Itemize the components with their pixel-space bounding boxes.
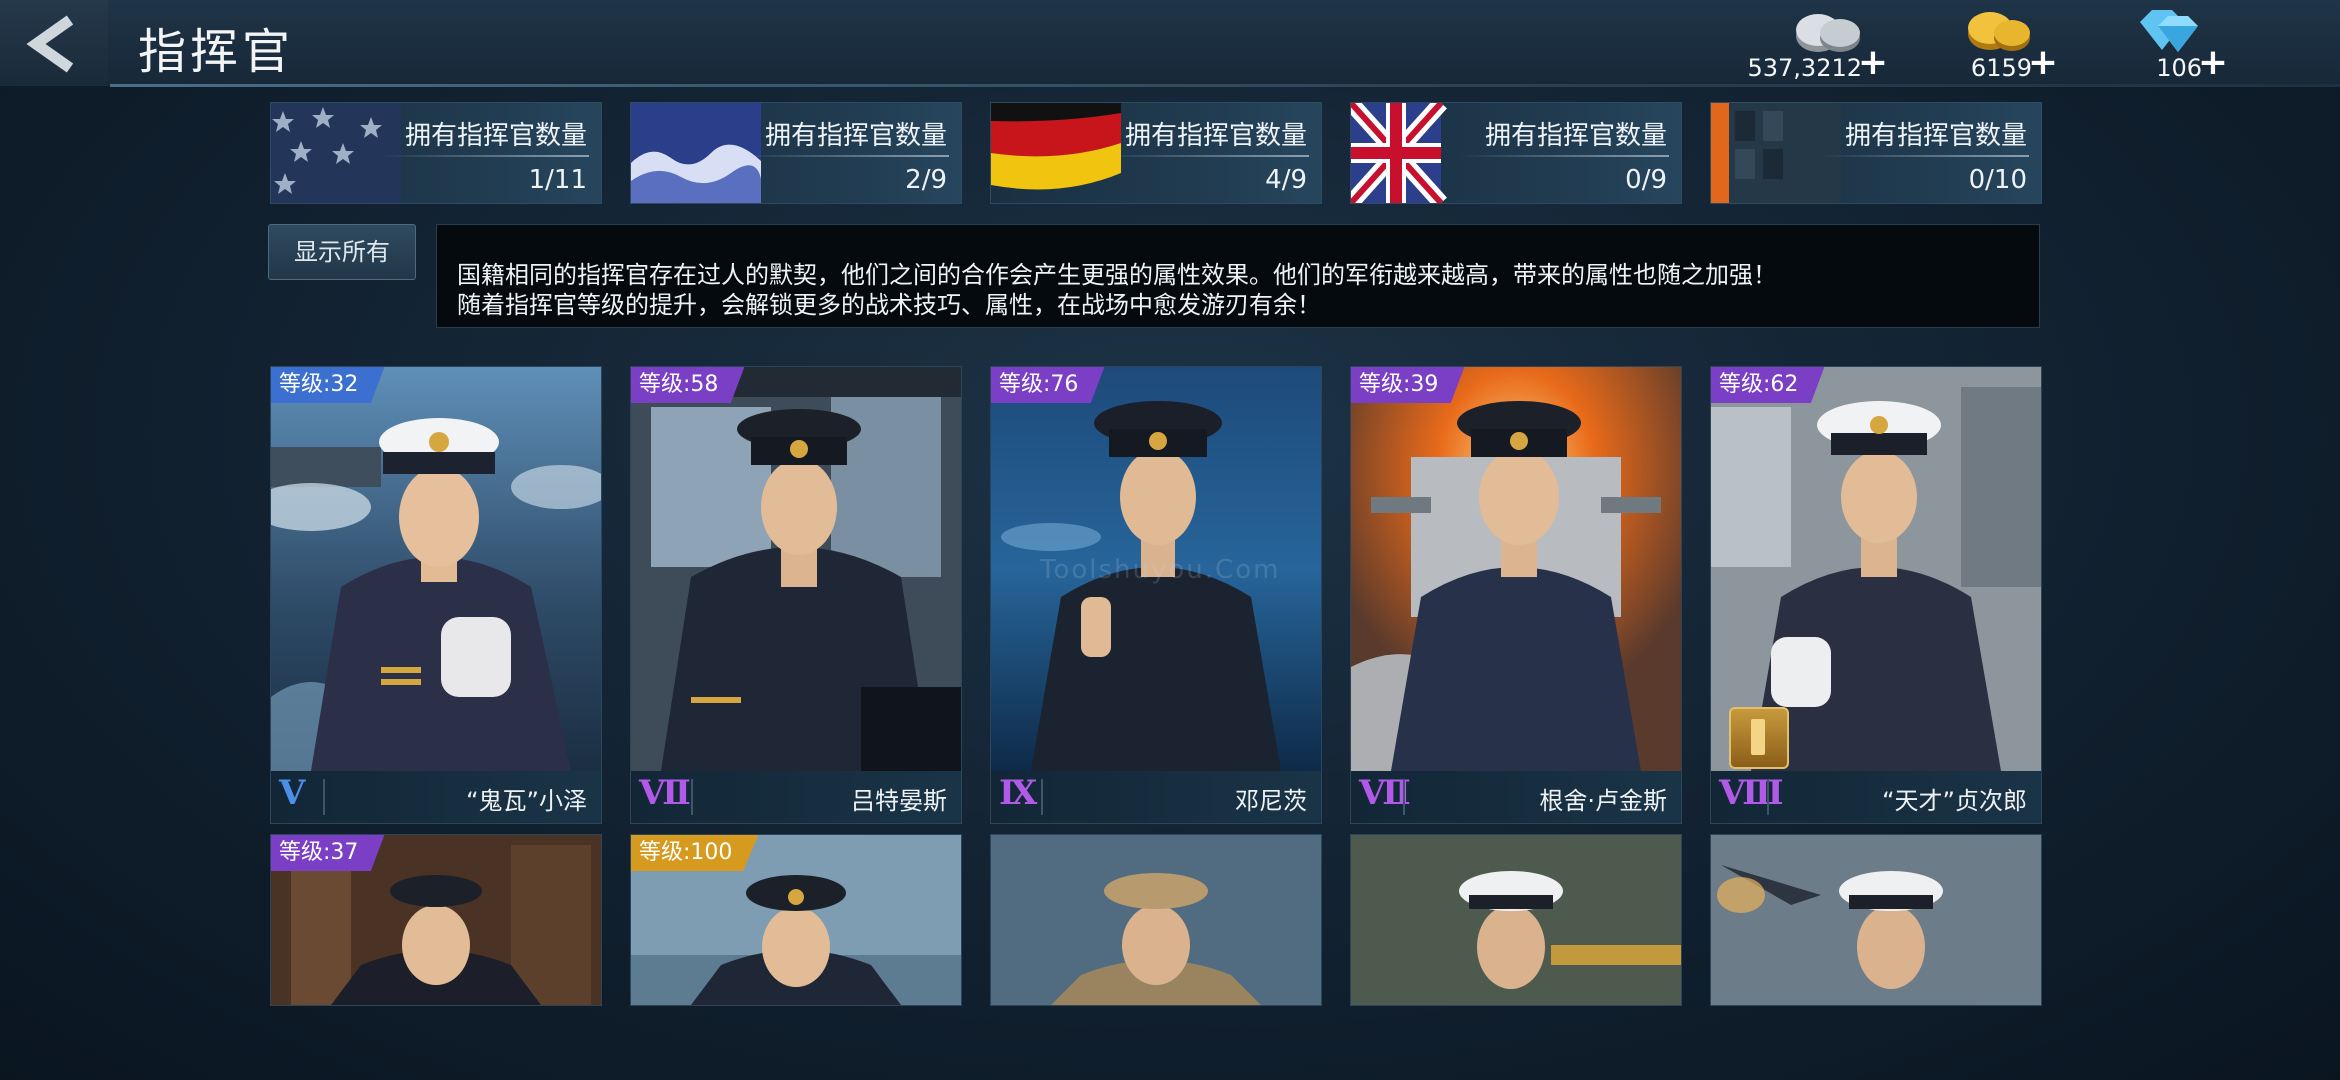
top-bar-divider [110,84,2340,87]
divider [739,155,949,157]
divider [1767,779,1769,815]
watermark-text: Toolshuyou.Com [1040,555,1281,585]
silver-resource: 537,3212 + [1747,4,1890,84]
nation-count: 1/11 [528,165,587,195]
divider [1459,155,1669,157]
medal-icon [1729,707,1789,769]
rank-numeral: Ⅷ [1719,773,1784,813]
commander-card[interactable]: 等级:58 Ⅶ 吕特晏斯 [630,366,962,824]
nation-count: 2/9 [905,165,947,195]
nation-label: 拥有指挥官数量 [1484,121,1667,151]
commander-card[interactable]: 等级:62 Ⅷ “天才”贞次郎 [1710,366,2042,824]
divider [1403,779,1405,815]
info-line-2: 随着指挥官等级的提升，会解锁更多的战术技巧、属性，在战场中愈发游刃有余！ [457,291,1321,319]
commander-card[interactable] [1710,834,2042,1006]
nation-usa[interactable]: 拥有指挥官数量 1/11 [270,102,602,204]
rank-numeral: Ⅶ [639,773,691,813]
divider [1099,155,1309,157]
germany-flag-icon [991,103,1121,190]
card-footer: Ⅶ 吕特晏斯 [631,771,961,823]
level-badge: 等级:37 [271,835,385,871]
commander-card[interactable]: 等级:76 Ⅸ 邓尼茨 [990,366,1322,824]
uk-flag-icon [1351,103,1447,203]
nation-label: 拥有指挥官数量 [404,121,587,151]
commander-portrait-icon [1351,367,1681,771]
divider [1819,155,2029,157]
rank-numeral: Ⅶ [1359,773,1411,813]
card-footer: Ⅸ 邓尼茨 [991,771,1321,823]
nation-other[interactable]: 拥有指挥官数量 0/10 [1710,102,2042,204]
nation-uk[interactable]: 拥有指挥官数量 0/9 [1350,102,1682,204]
diamond-icon [2140,10,2198,52]
diamond-resource: 106 + [2110,4,2230,84]
gold-coins-icon [1968,12,2030,51]
divider [379,155,589,157]
card-footer: Ⅶ 根舍·卢金斯 [1351,771,1681,823]
commander-card[interactable] [990,834,1322,1006]
commander-portrait-icon [991,835,1321,1005]
usa-flag-icon [271,103,401,203]
commander-card[interactable]: 等级:32 Ⅴ “鬼瓦”小泽 [270,366,602,824]
other-flag-icon [1711,103,1841,203]
commander-name: “鬼瓦”小泽 [466,787,587,815]
level-badge: 等级:100 [631,835,759,871]
nation-label: 拥有指挥官数量 [764,121,947,151]
commander-portrait-icon [1351,835,1681,1005]
rank-numeral: Ⅴ [279,773,305,813]
divider [1041,779,1043,815]
level-badge: 等级:76 [991,367,1105,403]
info-panel: 国籍相同的指挥官存在过人的默契，他们之间的合作会产生更强的属性效果。他们的军衔越… [436,224,2040,328]
nation-count: 0/9 [1625,165,1667,195]
card-footer: Ⅷ “天才”贞次郎 [1711,771,2041,823]
back-button[interactable] [0,0,108,86]
commander-portrait-icon [631,367,961,771]
commander-card[interactable]: 等级:100 [630,834,962,1006]
commander-name: 吕特晏斯 [851,787,947,815]
nation-count: 0/10 [1968,165,2027,195]
commander-name: “天才”贞次郎 [1882,787,2027,815]
silver-coins-icon [1796,14,1860,52]
commander-card[interactable]: 等级:37 [270,834,602,1006]
nation-label: 拥有指挥官数量 [1124,121,1307,151]
level-badge: 等级:62 [1711,367,1825,403]
level-badge: 等级:58 [631,367,745,403]
diamond-amount: 106 [2156,54,2202,82]
commander-card[interactable] [1350,834,1682,1006]
back-arrow-icon [26,15,74,73]
nation-japan[interactable]: 拥有指挥官数量 2/9 [630,102,962,204]
commander-portrait-icon [271,367,601,771]
add-gold-button[interactable]: + [2028,42,2058,83]
divider [323,779,325,815]
add-diamond-button[interactable]: + [2198,42,2228,83]
japan-flag-icon [631,103,761,203]
commander-card[interactable]: 等级:39 Ⅶ 根舍·卢金斯 [1350,366,1682,824]
add-silver-button[interactable]: + [1858,42,1888,83]
commander-name: 根舍·卢金斯 [1539,787,1667,815]
gold-resource: 6159 + [1940,4,2060,84]
level-badge: 等级:32 [271,367,385,403]
nation-label: 拥有指挥官数量 [1844,121,2027,151]
gold-amount: 6159 [1970,54,2032,82]
divider [691,779,693,815]
rank-numeral: Ⅸ [999,773,1037,813]
commander-portrait-icon [1711,835,2041,1005]
level-badge: 等级:39 [1351,367,1465,403]
card-footer: Ⅴ “鬼瓦”小泽 [271,771,601,823]
nation-germany[interactable]: 拥有指挥官数量 4/9 [990,102,1322,204]
page-title: 指挥官 [138,24,295,80]
show-all-button[interactable]: 显示所有 [268,224,416,280]
commander-name: 邓尼茨 [1235,787,1307,815]
nation-count: 4/9 [1265,165,1307,195]
silver-amount: 537,3212 [1747,54,1862,82]
